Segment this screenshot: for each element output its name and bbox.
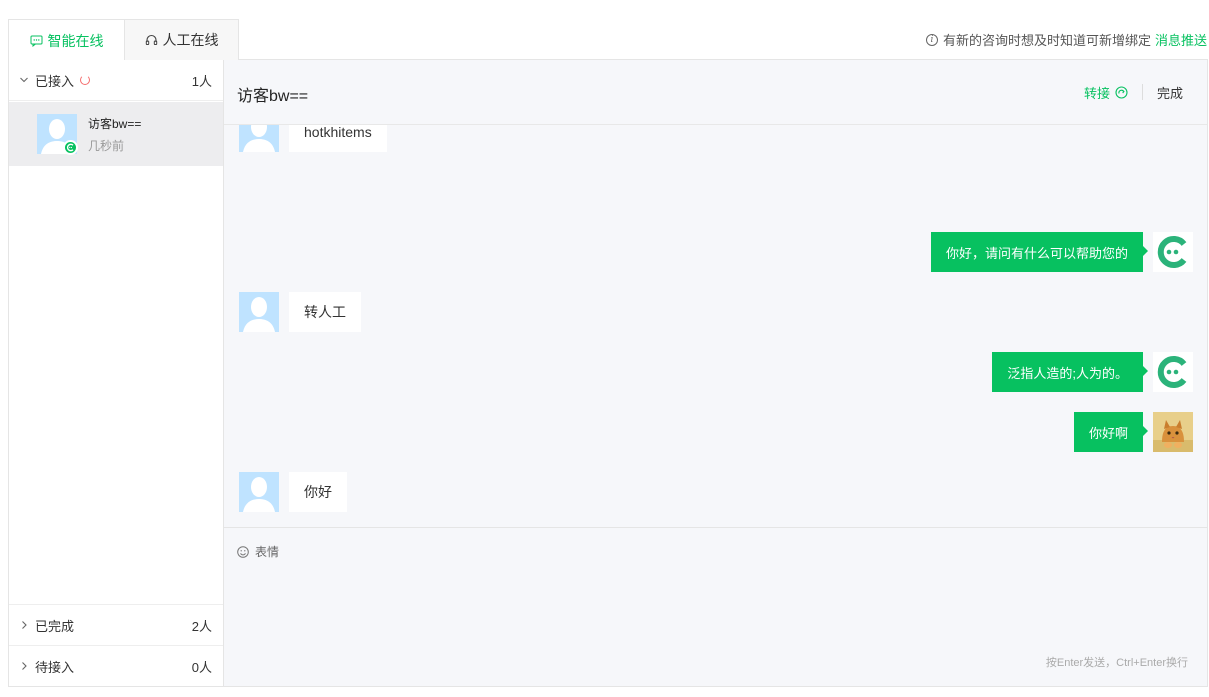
chevron-right-icon (19, 661, 35, 671)
emoji-button[interactable]: 表情 (237, 543, 279, 560)
message-composer[interactable]: 表情 按Enter发送，Ctrl+Enter换行 (224, 527, 1207, 686)
collapsed-groups: 已完成 2人 待接入 0人 (9, 604, 223, 686)
mode-tabs: 智能在线 人工在线 (8, 19, 239, 61)
message-outgoing: 你好啊 (1073, 412, 1193, 452)
message-push-link[interactable]: 消息推送 (1155, 30, 1207, 49)
chat-header: 访客bw== 转接 完成 (224, 60, 1207, 125)
message-bubble: 你好，请问有什么可以帮助您的 (930, 232, 1149, 272)
tab-label: 智能在线 (47, 32, 104, 49)
group-count: 0人 (191, 659, 212, 675)
session-sidebar: 已接入 1人 访客bw== 几秒前 已完成 2人 待接入 0人 (9, 60, 224, 686)
app-root: 智能在线 人工在线 i 有新的咨询时想及时知道可新增绑定 消息推送 已接入 1人 (0, 0, 1209, 697)
push-notice: i 有新的咨询时想及时知道可新增绑定 消息推送 (925, 30, 1207, 49)
send-hint: 按Enter发送，Ctrl+Enter换行 (1045, 657, 1188, 669)
chat-panel: 访客bw== 转接 完成 hotkhitems 你好，请问有什么可以帮助您的 转… (224, 60, 1207, 686)
transfer-icon (1115, 85, 1128, 99)
loading-spinner-icon (80, 75, 91, 85)
message-bubble: hotkhitems (289, 125, 387, 152)
kitten-avatar (1153, 412, 1193, 452)
visitor-name: 访客bw== (88, 116, 142, 131)
tab-smart-online[interactable]: 智能在线 (8, 19, 124, 61)
message-bubble: 转人工 (289, 292, 361, 332)
group-label: 已接入 (35, 73, 75, 89)
bot-logo-avatar (1153, 232, 1193, 272)
info-icon: i (925, 33, 938, 46)
transfer-button[interactable]: 转接 (1084, 83, 1128, 102)
message-outgoing: 泛指人造的;人为的。 (992, 352, 1193, 392)
group-waiting[interactable]: 待接入 0人 (9, 645, 223, 686)
message-incoming: 你好 (239, 472, 347, 512)
visitor-avatar (37, 114, 78, 155)
visitor-avatar (239, 125, 279, 152)
divider (1141, 84, 1143, 100)
message-bubble: 你好啊 (1073, 412, 1149, 452)
transfer-label: 转接 (1083, 85, 1110, 101)
chat-title: 访客bw== (237, 88, 309, 105)
message-bubble: 泛指人造的;人为的。 (992, 352, 1148, 392)
headset-icon (145, 34, 158, 47)
message-bubble: 你好 (289, 472, 347, 512)
smiley-icon (237, 545, 249, 558)
group-label: 待接入 (35, 659, 75, 675)
chat-actions: 转接 完成 (1084, 83, 1183, 102)
message-outgoing: 你好，请问有什么可以帮助您的 (930, 232, 1193, 272)
group-count: 2人 (191, 618, 212, 634)
visitor-avatar (239, 472, 279, 512)
visitor-avatar (239, 292, 279, 332)
visitor-info: 访客bw== 几秒前 (88, 115, 141, 154)
workspace-frame: 已接入 1人 访客bw== 几秒前 已完成 2人 待接入 0人 访客bw== 转… (8, 59, 1208, 687)
notice-text: 有新的咨询时想及时知道可新增绑定 (942, 33, 1151, 48)
bot-logo-avatar (1153, 352, 1193, 392)
group-connected[interactable]: 已接入 1人 (9, 60, 223, 101)
group-label: 已完成 (35, 618, 75, 634)
message-incoming: hotkhitems (239, 125, 387, 152)
tab-human-online[interactable]: 人工在线 (124, 19, 239, 60)
emoji-label: 表情 (255, 545, 280, 559)
complete-button[interactable]: 完成 (1157, 83, 1183, 102)
chat-bubble-icon (30, 35, 43, 47)
group-count: 1人 (191, 73, 212, 89)
message-incoming: 转人工 (239, 292, 361, 332)
bot-badge-icon (63, 140, 78, 155)
visitor-time: 几秒前 (88, 138, 125, 153)
visitor-session-item[interactable]: 访客bw== 几秒前 (9, 102, 223, 166)
chevron-down-icon (19, 75, 35, 85)
chevron-right-icon (19, 620, 35, 630)
group-completed[interactable]: 已完成 2人 (9, 604, 223, 645)
message-list: hotkhitems 你好，请问有什么可以帮助您的 转人工 泛指人造的;人为的。… (224, 125, 1207, 527)
tab-label: 人工在线 (162, 32, 219, 48)
